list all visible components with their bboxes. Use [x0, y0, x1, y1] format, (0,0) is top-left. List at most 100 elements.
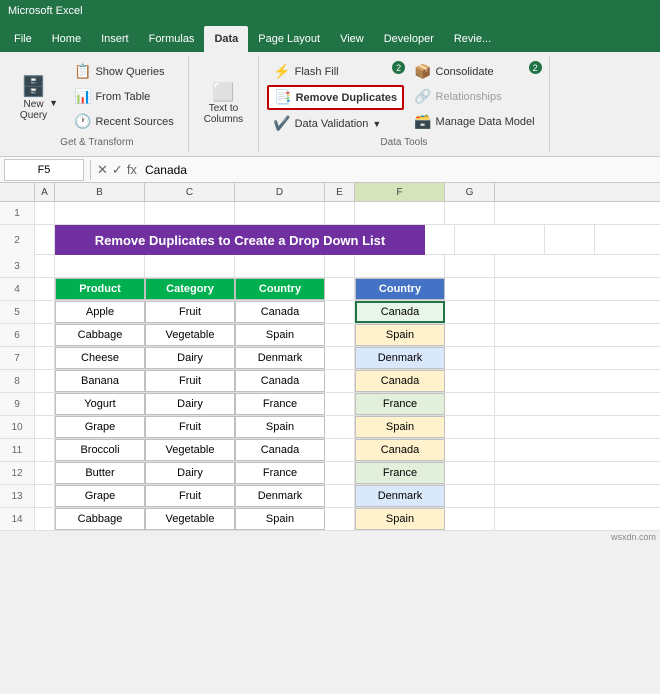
cell-e10[interactable]: [325, 416, 355, 438]
cell-b13[interactable]: Grape: [55, 485, 145, 507]
cell-a7[interactable]: [35, 347, 55, 369]
from-table-button[interactable]: 📊 From Table: [68, 85, 180, 108]
cell-b4-header[interactable]: Product: [55, 278, 145, 300]
col-header-f[interactable]: F: [355, 183, 445, 201]
cell-a3[interactable]: [35, 255, 55, 277]
cell-e6[interactable]: [325, 324, 355, 346]
name-box[interactable]: F5: [4, 159, 84, 181]
cell-c14[interactable]: Vegetable: [145, 508, 235, 530]
consolidate-button[interactable]: 📦 Consolidate 2: [408, 60, 541, 83]
cell-c8[interactable]: Fruit: [145, 370, 235, 392]
col-header-e[interactable]: E: [325, 183, 355, 201]
tab-data[interactable]: Data: [204, 26, 248, 52]
cell-g6[interactable]: [445, 324, 495, 346]
confirm-icon[interactable]: ✓: [112, 162, 123, 178]
cell-c13[interactable]: Fruit: [145, 485, 235, 507]
col-header-b[interactable]: B: [55, 183, 145, 201]
cell-g13[interactable]: [445, 485, 495, 507]
flash-fill-button[interactable]: ⚡ Flash Fill 2: [267, 60, 404, 83]
formula-input[interactable]: [141, 163, 660, 177]
cell-f8[interactable]: Canada: [355, 370, 445, 392]
cell-d3[interactable]: [235, 255, 325, 277]
cell-a11[interactable]: [35, 439, 55, 461]
function-icon[interactable]: fx: [127, 162, 137, 178]
cell-g4[interactable]: [445, 278, 495, 300]
cell-e11[interactable]: [325, 439, 355, 461]
col-header-g[interactable]: G: [445, 183, 495, 201]
cell-c10[interactable]: Fruit: [145, 416, 235, 438]
cell-a2[interactable]: [35, 225, 55, 255]
cell-a4[interactable]: [35, 278, 55, 300]
cell-g11[interactable]: [445, 439, 495, 461]
cell-a14[interactable]: [35, 508, 55, 530]
tab-file[interactable]: File: [4, 26, 42, 52]
tab-page-layout[interactable]: Page Layout: [248, 26, 330, 52]
cell-a9[interactable]: [35, 393, 55, 415]
cell-g12[interactable]: [445, 462, 495, 484]
cell-b5[interactable]: Apple: [55, 301, 145, 323]
cell-e5[interactable]: [325, 301, 355, 323]
col-header-c[interactable]: C: [145, 183, 235, 201]
cell-d8[interactable]: Canada: [235, 370, 325, 392]
cell-f7[interactable]: Denmark: [355, 347, 445, 369]
cell-f9[interactable]: France: [355, 393, 445, 415]
cell-b7[interactable]: Cheese: [55, 347, 145, 369]
cell-e8[interactable]: [325, 370, 355, 392]
cell-a13[interactable]: [35, 485, 55, 507]
cell-f12[interactable]: France: [355, 462, 445, 484]
cell-b8[interactable]: Banana: [55, 370, 145, 392]
cell-f6[interactable]: Spain: [355, 324, 445, 346]
cell-d12[interactable]: France: [235, 462, 325, 484]
cell-d9[interactable]: France: [235, 393, 325, 415]
cell-e12[interactable]: [325, 462, 355, 484]
cell-b10[interactable]: Grape: [55, 416, 145, 438]
cell-c7[interactable]: Dairy: [145, 347, 235, 369]
cell-b6[interactable]: Cabbage: [55, 324, 145, 346]
cell-g10[interactable]: [445, 416, 495, 438]
recent-sources-button[interactable]: 🕐 Recent Sources: [68, 110, 180, 133]
cell-a5[interactable]: [35, 301, 55, 323]
cell-g1[interactable]: [445, 202, 495, 224]
cell-a10[interactable]: [35, 416, 55, 438]
cell-b9[interactable]: Yogurt: [55, 393, 145, 415]
col-header-d[interactable]: D: [235, 183, 325, 201]
cell-g7[interactable]: [445, 347, 495, 369]
cell-c1[interactable]: [145, 202, 235, 224]
tab-view[interactable]: View: [330, 26, 374, 52]
cell-c5[interactable]: Fruit: [145, 301, 235, 323]
cell-e4[interactable]: [325, 278, 355, 300]
cell-e1[interactable]: [325, 202, 355, 224]
cell-c6[interactable]: Vegetable: [145, 324, 235, 346]
tab-insert[interactable]: Insert: [91, 26, 139, 52]
cell-f11[interactable]: Canada: [355, 439, 445, 461]
cell-d7[interactable]: Denmark: [235, 347, 325, 369]
cell-g5[interactable]: [445, 301, 495, 323]
cell-c11[interactable]: Vegetable: [145, 439, 235, 461]
cell-g8[interactable]: [445, 370, 495, 392]
cell-b14[interactable]: Cabbage: [55, 508, 145, 530]
cell-d11[interactable]: Canada: [235, 439, 325, 461]
cell-b3[interactable]: [55, 255, 145, 277]
manage-data-model-button[interactable]: 🗃️ Manage Data Model: [408, 110, 541, 133]
cell-c4-header[interactable]: Category: [145, 278, 235, 300]
cell-e14[interactable]: [325, 508, 355, 530]
cell-d4-header[interactable]: Country: [235, 278, 325, 300]
cell-a6[interactable]: [35, 324, 55, 346]
new-query-button[interactable]: 🗄️ New Query ▼: [14, 60, 64, 135]
cell-g14[interactable]: [445, 508, 495, 530]
cell-e3[interactable]: [325, 255, 355, 277]
cell-d13[interactable]: Denmark: [235, 485, 325, 507]
cell-g2[interactable]: [545, 225, 595, 255]
cell-d14[interactable]: Spain: [235, 508, 325, 530]
cell-d1[interactable]: [235, 202, 325, 224]
cell-g9[interactable]: [445, 393, 495, 415]
data-validation-arrow[interactable]: ▼: [372, 119, 381, 129]
data-validation-button[interactable]: ✔️ Data Validation ▼: [267, 112, 404, 135]
tab-review[interactable]: Revie...: [444, 26, 501, 52]
cell-e13[interactable]: [325, 485, 355, 507]
col-header-a[interactable]: A: [35, 183, 55, 201]
cell-f2[interactable]: [455, 225, 545, 255]
cell-b1[interactable]: [55, 202, 145, 224]
cell-a8[interactable]: [35, 370, 55, 392]
remove-duplicates-button[interactable]: 📑 Remove Duplicates: [267, 85, 404, 110]
